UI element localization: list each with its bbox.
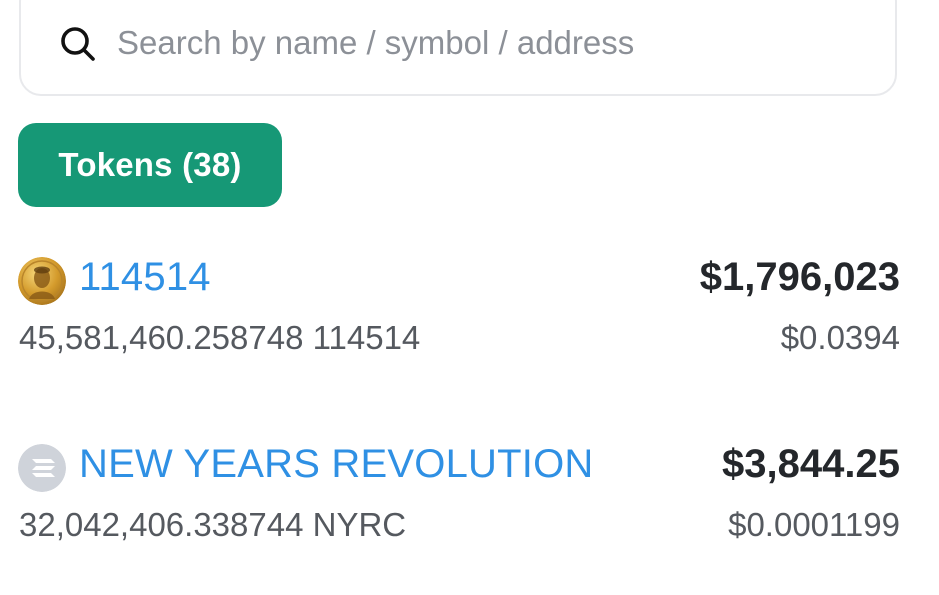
- token-value: $1,796,023: [699, 255, 900, 299]
- tab-tokens[interactable]: Tokens (38): [18, 123, 282, 207]
- token-value: $3,844.25: [722, 442, 900, 486]
- solana-token-icon: [18, 444, 66, 492]
- token-balance: 32,042,406.338744 NYRC: [19, 506, 407, 543]
- token-balance: 45,581,460.258748 114514: [19, 319, 421, 356]
- token-list-page: Tokens (38) 114514 $1,796,023 45,: [0, 0, 939, 595]
- token-price: $0.0394: [780, 319, 900, 356]
- token-name-link[interactable]: 114514: [79, 253, 211, 301]
- token-price: $0.0001199: [728, 506, 900, 543]
- search-box[interactable]: [19, 0, 897, 96]
- coin-portrait-icon: [18, 257, 66, 305]
- token-name-link[interactable]: NEW YEARS REVOLUTION: [79, 440, 593, 488]
- search-icon[interactable]: [59, 25, 97, 63]
- token-row[interactable]: 114514 $1,796,023 45,581,460.258748 1145…: [18, 245, 900, 375]
- token-row[interactable]: NEW YEARS REVOLUTION $3,844.25 32,042,40…: [18, 432, 900, 562]
- search-input[interactable]: [117, 18, 857, 68]
- tab-tokens-label: Tokens (38): [58, 146, 242, 183]
